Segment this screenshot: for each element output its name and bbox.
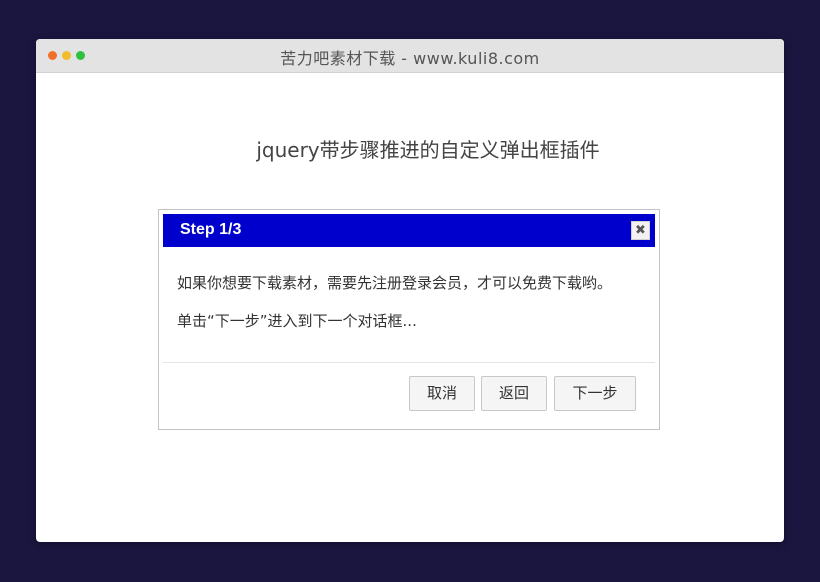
dialog-header: Step 1/3 ✖ [163,214,655,247]
window-titlebar: 苦力吧素材下载 - www.kuli8.com [36,39,784,73]
dialog-hint: 单击“下一步”进入到下一个对话框... [177,312,417,330]
window-title: 苦力吧素材下载 - www.kuli8.com [280,49,540,68]
page-title: jquery带步骤推进的自定义弹出框插件 [256,138,600,162]
dialog-message: 如果你想要下载素材，需要先注册登录会员，才可以免费下载哟。 [177,274,613,292]
dialog-divider [163,362,655,363]
cancel-button[interactable]: 取消 [409,376,475,411]
close-icon[interactable]: ✖ [631,221,650,240]
dialog-title: Step 1/3 [180,221,242,238]
dialog-body: 如果你想要下载素材，需要先注册登录会员，才可以免费下载哟。 单击“下一步”进入到… [177,273,649,331]
next-step-button[interactable]: 下一步 [554,376,636,411]
browser-window: 苦力吧素材下载 - www.kuli8.com jquery带步骤推进的自定义弹… [36,39,784,542]
step-dialog: Step 1/3 ✖ 如果你想要下载素材，需要先注册登录会员，才可以免费下载哟。… [158,209,660,430]
back-button[interactable]: 返回 [481,376,547,411]
